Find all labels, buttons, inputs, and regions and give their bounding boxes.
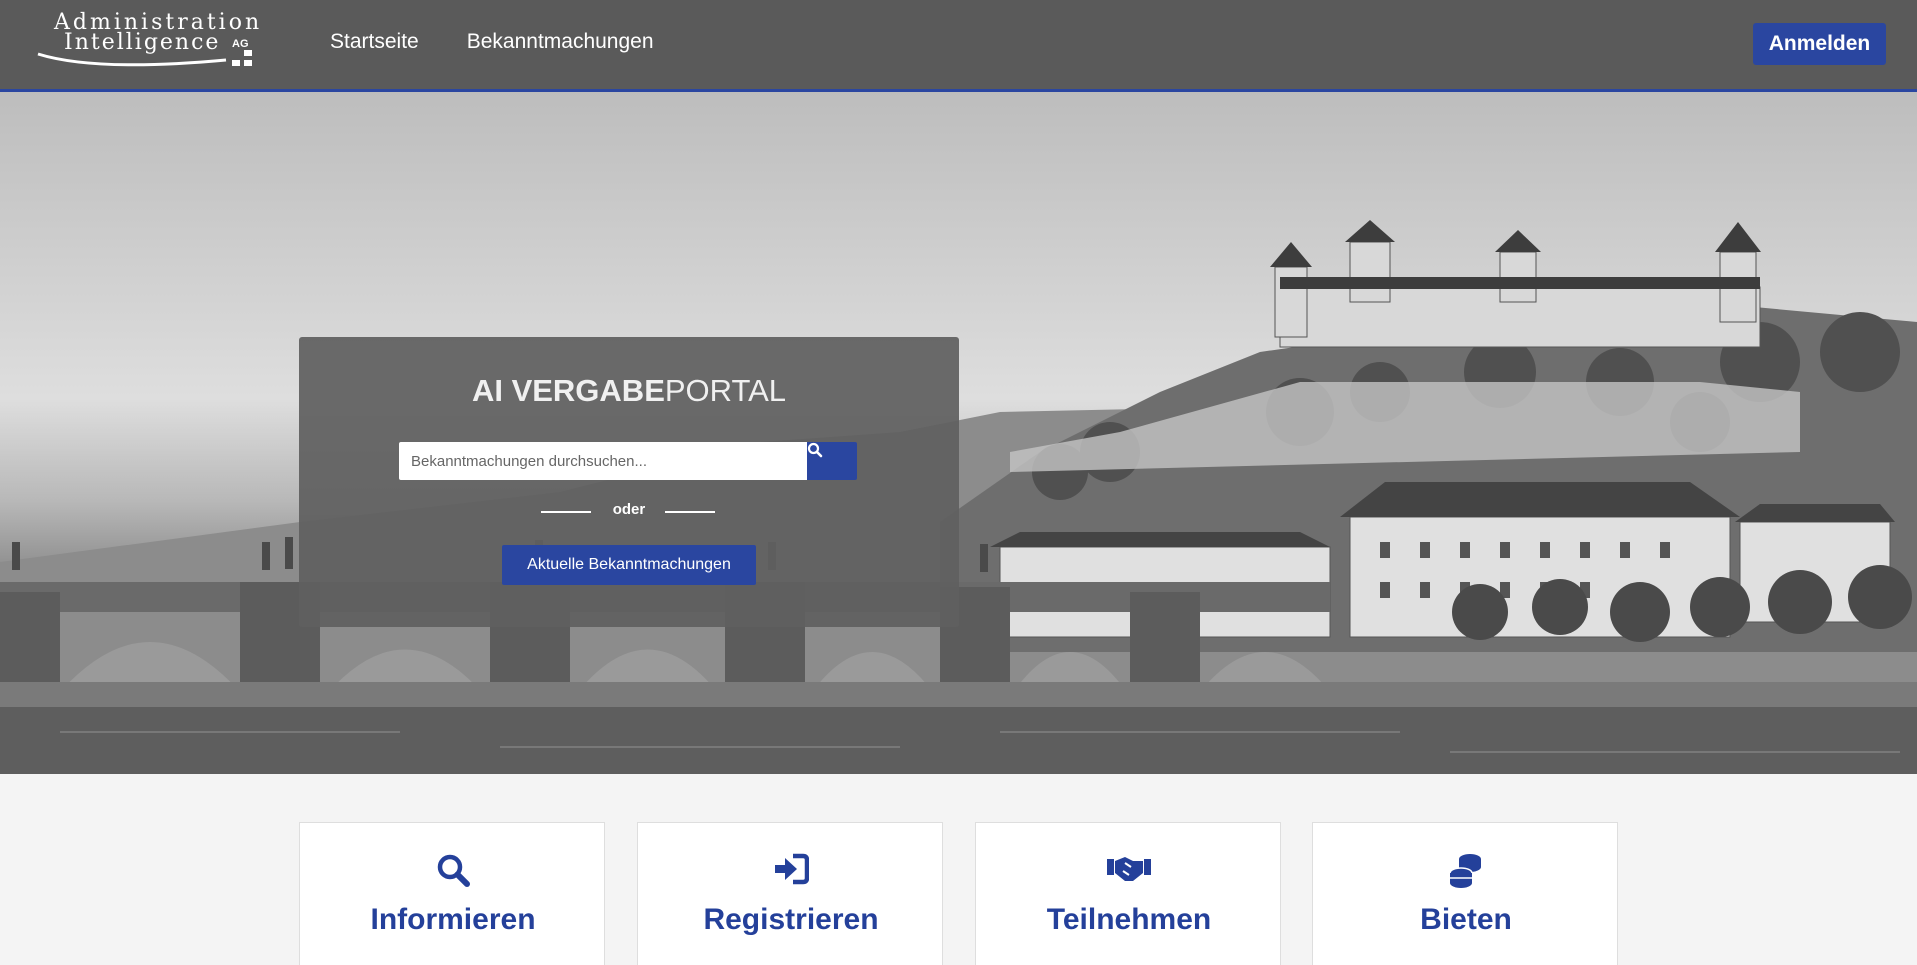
top-navbar: Administration Intelligence AG Startseit… [0, 0, 1917, 92]
nav-startseite[interactable]: Startseite [330, 30, 419, 54]
card-bieten[interactable]: Bieten [1312, 822, 1618, 965]
card-teilnehmen[interactable]: Teilnehmen [975, 822, 1281, 965]
current-announcements-button[interactable]: Aktuelle Bekanntmachungen [502, 545, 756, 585]
search-icon [437, 854, 470, 887]
card-title: Informieren [370, 903, 536, 936]
login-button[interactable]: Anmelden [1753, 23, 1886, 65]
card-informieren[interactable]: Informieren [299, 822, 605, 965]
search-icon [807, 442, 823, 458]
portal-title-bold: AI VERGABE [471, 373, 665, 408]
or-divider: oder [299, 499, 959, 523]
nav-bekanntmachungen[interactable]: Bekanntmachungen [467, 30, 654, 54]
portal-title-light: PORTAL [664, 373, 787, 408]
card-title: Bieten [1420, 903, 1512, 936]
logo-swoosh-icon [37, 50, 252, 67]
search-button[interactable] [807, 442, 857, 480]
divider-line-right [665, 511, 715, 513]
portal-title: AI VERGABEPORTAL [299, 373, 959, 409]
card-registrieren[interactable]: Registrieren [637, 822, 943, 965]
handshake-icon [1107, 857, 1151, 881]
card-title: Teilnehmen [1046, 903, 1212, 936]
search-input[interactable] [399, 442, 807, 480]
main-nav: Startseite Bekanntmachungen [330, 30, 654, 54]
company-logo[interactable]: Administration Intelligence AG [36, 10, 266, 74]
sign-in-icon [775, 853, 809, 885]
coins-icon [1449, 854, 1481, 888]
portal-search-panel: AI VERGABEPORTAL oder Aktuelle Bekanntma… [299, 337, 959, 627]
card-title: Registrieren [703, 903, 879, 936]
or-label: oder [612, 501, 646, 518]
hero-section: AI VERGABEPORTAL oder Aktuelle Bekanntma… [0, 92, 1917, 774]
